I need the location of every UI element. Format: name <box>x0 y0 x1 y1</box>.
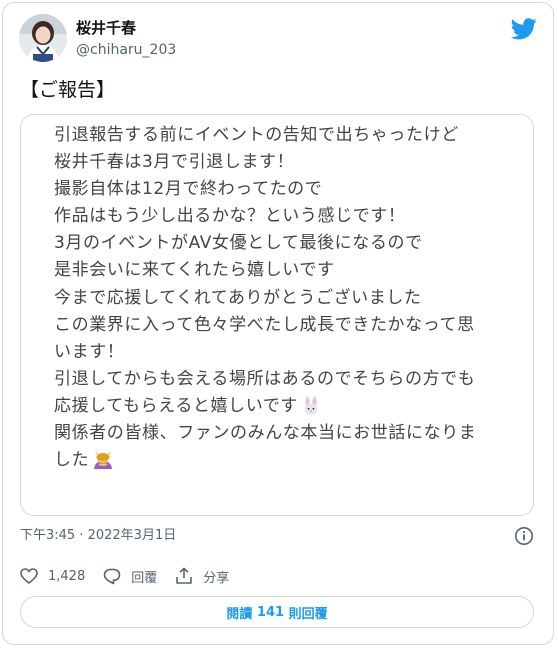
message-line: 桜井千春は3月で引退します！ <box>54 152 295 173</box>
message-line: 3月のイベントがAV女優として最後になるので <box>54 233 423 254</box>
avatar[interactable] <box>19 14 67 62</box>
read-replies-suffix: 則回覆 <box>284 606 328 622</box>
read-replies-prefix: 閱讀 <box>226 606 257 622</box>
read-replies-count: 141 <box>256 604 285 620</box>
author-display-name[interactable]: 桜井千春 <box>76 18 136 38</box>
twitter-bird-icon[interactable] <box>511 18 537 40</box>
message-line: 作品はもう少し出るかな？という感じです！ <box>54 206 406 227</box>
message-text: 引退報告する前にイベントの告知で出ちゃったけど 桜井千春は3月で引退します！ 撮… <box>54 122 476 474</box>
message-line: います！ <box>54 341 125 362</box>
message-line: 撮影自体は12月で終わってたので <box>54 179 323 200</box>
like-button[interactable]: 1,428 <box>20 568 85 584</box>
reply-bubble-icon <box>103 568 121 584</box>
message-line: この業界に入って色々学べたし成長できたかなって思 <box>54 314 475 335</box>
message-line: 関係者の皆様、ファンのみんな本当にお世話になりま <box>54 423 477 444</box>
read-replies-button[interactable]: 閱讀 141 則回覆 <box>20 596 534 628</box>
message-line: 応援してもらえると嬉しいです <box>54 393 476 420</box>
like-count: 1,428 <box>48 568 86 584</box>
tweet-timestamp[interactable]: 下午3:45 · 2022年3月1日 <box>20 527 176 545</box>
share-button[interactable]: 分享 <box>175 567 229 586</box>
info-icon[interactable] <box>514 526 534 546</box>
reply-label: 回覆 <box>131 570 158 586</box>
message-line: した <box>54 447 476 474</box>
author-handle[interactable]: @chiharu_203 <box>76 41 176 59</box>
message-line: 引退報告する前にイベントの告知で出ちゃったけど <box>54 125 459 145</box>
rabbit-face-emoji <box>304 396 318 415</box>
share-label: 分享 <box>203 570 230 586</box>
message-line: 引退してからも会える場所はあるのでそちらの方でも <box>54 368 476 389</box>
reply-button[interactable]: 回覆 <box>103 567 157 586</box>
message-line: 是非会いに来てくれたら嬉しいです <box>54 260 335 281</box>
message-line: 今まで応援してくれてありがとうございました <box>54 287 422 308</box>
person-bowing-emoji <box>94 452 113 470</box>
heart-icon <box>20 568 38 584</box>
tweet-headline: 【ご報告】 <box>20 79 116 101</box>
tweet-actions: 1,428 回覆 分享 <box>20 566 247 586</box>
share-icon <box>176 567 193 584</box>
avatar-photo <box>19 14 67 62</box>
